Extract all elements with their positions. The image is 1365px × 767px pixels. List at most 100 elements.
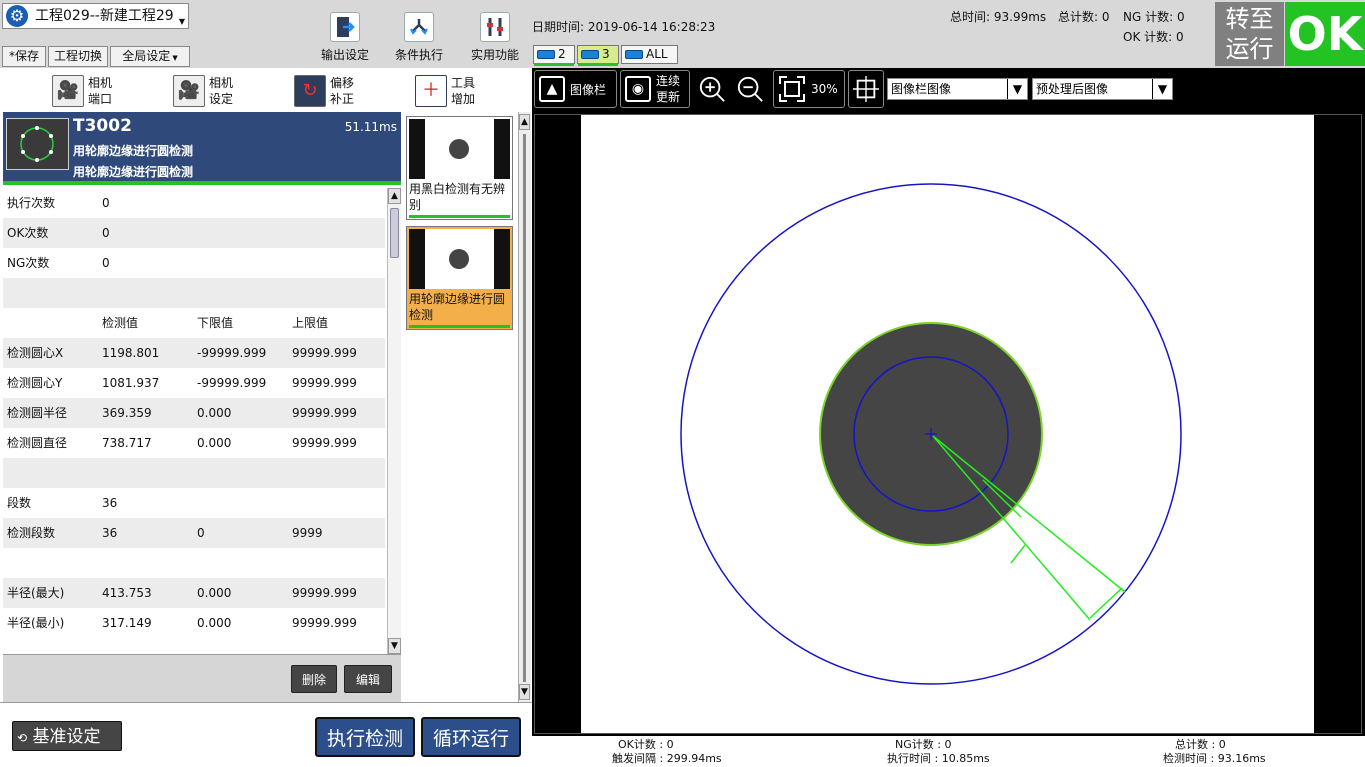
fit-zoom-button[interactable]: 30% (773, 70, 845, 108)
offset-correction-button[interactable]: ↻ 偏移 补正 (294, 72, 354, 110)
zoom-out-icon (737, 76, 763, 102)
scroll-down-icon[interactable]: ▼ (519, 684, 530, 700)
table-cell: 99999.999 (292, 616, 357, 630)
table-row[interactable]: 段数 36 (3, 488, 385, 518)
table-cell: 1081.937 (102, 376, 160, 390)
table-cell: 99999.999 (292, 436, 357, 450)
table-row[interactable] (3, 278, 385, 308)
tool-header[interactable]: T3002 51.11ms 用轮廓边缘进行圆检测 用轮廓边缘进行圆检测 (3, 112, 401, 185)
zoom-in-button[interactable] (694, 70, 730, 108)
gear-icon[interactable]: ⚙ (6, 5, 28, 27)
roi-button[interactable] (848, 70, 884, 108)
image-bar-button[interactable]: ▲ 图像栏 (534, 70, 617, 108)
zoom-level: 30% (811, 82, 838, 96)
condition-exec-button[interactable]: 条件执行 (384, 8, 454, 64)
table-cell: -99999.999 (197, 376, 267, 390)
processing-select[interactable]: 预处理后图像 ▼ (1032, 78, 1173, 100)
scroll-down-icon[interactable]: ▼ (388, 638, 401, 654)
table-cell: 1198.801 (102, 346, 160, 360)
table-row[interactable]: 检测圆心X 1198.801 -99999.999 99999.999 (3, 338, 385, 368)
image-panel: ▲ 图像栏 ◉ 连续 更新 30% 图像栏图像 ▼ 预处理后图像 ▼ OK计数 … (532, 68, 1365, 767)
loop-run-button[interactable]: 循环运行 (421, 717, 521, 757)
switch-to-run-button[interactable]: 转至 运行 (1215, 2, 1284, 66)
flow-status-bar (409, 215, 510, 218)
continuous-label2: 更新 (656, 90, 681, 104)
table-row[interactable]: 检测圆心Y 1081.937 -99999.999 99999.999 (3, 368, 385, 398)
table-row[interactable]: 执行次数 0 (3, 188, 385, 218)
flow-item-selected[interactable]: 用轮廓边缘进行圆检测 (406, 226, 513, 330)
continuous-update-button[interactable]: ◉ 连续 更新 (620, 70, 690, 108)
top-bar: 工程029--新建工程29 ▼ ⚙ *保存 工程切换 全局设定 ▼ 输出设定 条… (0, 0, 1365, 68)
camera-settings-button[interactable]: 🎥 相机 设定 (173, 72, 233, 110)
camera-port-button[interactable]: 🎥 相机 端口 (52, 72, 112, 110)
ok-count: OK 计数: 0 (1123, 30, 1184, 44)
camera-tab-3[interactable]: 3 (577, 45, 619, 66)
scroll-up-icon[interactable]: ▲ (519, 114, 530, 130)
scroll-thumb[interactable] (390, 208, 399, 258)
tool-description: 用轮廓边缘进行圆检测 (73, 165, 194, 179)
flow-list: 用黑白检测有无辨别 用轮廓边缘进行圆检测 (404, 112, 516, 702)
camera-tab-all[interactable]: ALL (621, 45, 678, 64)
table-row[interactable]: 半径(最大) 413.753 0.000 99999.999 (3, 578, 385, 608)
flow-thumbnail (409, 119, 510, 179)
table-cell: 99999.999 (292, 406, 357, 420)
table-row[interactable]: 检测圆直径 738.717 0.000 99999.999 (3, 428, 385, 458)
datetime: 日期时间: 2019-06-14 16:28:23 (532, 20, 716, 34)
result-table: 执行次数 0 OK次数 0 NG次数 0 检测值 下限值 上限值 检测圆心X 1198.801 -99… (3, 188, 385, 658)
table-row[interactable]: NG次数 0 (3, 248, 385, 278)
table-cell: 检测圆心Y (7, 376, 63, 390)
camera-icon: ◉ (625, 76, 651, 102)
table-cell: 99999.999 (292, 586, 357, 600)
fit-screen-icon (779, 76, 805, 102)
table-row[interactable]: 检测段数 36 0 9999 (3, 518, 385, 548)
flow-scrollbar[interactable]: ▲ ▼ (518, 112, 531, 702)
utility-label: 实用功能 (470, 48, 519, 62)
flow-item[interactable]: 用黑白检测有无辨别 (406, 116, 513, 220)
save-button[interactable]: *保存 (2, 46, 46, 67)
flow-item-label: 用黑白检测有无辨别 (409, 182, 506, 212)
scroll-up-icon[interactable]: ▲ (388, 188, 401, 204)
baseline-settings-button[interactable]: ⟲ 基准设定 (12, 721, 122, 751)
table-cell: 738.717 (102, 436, 152, 450)
global-settings-button[interactable]: 全局设定 ▼ (110, 46, 190, 67)
table-row[interactable]: 半径(最小) 317.149 0.000 99999.999 (3, 608, 385, 638)
bottom-total-count: 总计数 : 0 (1175, 738, 1226, 751)
camera-port-icon: 🎥 (52, 75, 84, 107)
camera-icon (581, 50, 599, 59)
camera-settings-icon: 🎥 (173, 75, 205, 107)
table-cell: 检测圆半径 (7, 406, 68, 420)
table-scrollbar[interactable]: ▲ ▼ (387, 188, 401, 654)
tool-add-button[interactable]: ＋ 工具 增加 (415, 72, 475, 110)
tool-add-icon: ＋ (415, 75, 447, 107)
camera-tab-2[interactable]: 2 (533, 45, 575, 66)
table-row[interactable] (3, 458, 385, 488)
project-name: 工程029--新建工程29 (35, 8, 174, 24)
table-cell: 0 (102, 226, 110, 240)
delete-button[interactable]: 删除 (291, 665, 337, 693)
left-footer: ⟲ 基准设定 执行检测 循环运行 (0, 702, 532, 767)
tool-thumbnail (6, 118, 69, 170)
execution-time: 执行时间 : 10.85ms (887, 752, 990, 765)
project-selector[interactable]: 工程029--新建工程29 ▼ (2, 3, 189, 29)
table-cell: 检测值 (102, 316, 139, 330)
bottom-ok-count: OK计数 : 0 (618, 738, 674, 751)
utility-button[interactable]: 实用功能 (460, 8, 530, 64)
table-row[interactable]: OK次数 0 (3, 218, 385, 248)
table-cell: 0.000 (197, 406, 232, 420)
table-cell: 检测圆直径 (7, 436, 68, 450)
table-cell: 执行次数 (7, 196, 56, 210)
tool-id: T3002 (73, 116, 132, 136)
table-row[interactable]: 检测圆半径 369.359 0.000 99999.999 (3, 398, 385, 428)
table-row[interactable]: 检测值 下限值 上限值 (3, 308, 385, 338)
project-switch-button[interactable]: 工程切换 (48, 46, 108, 67)
image-canvas[interactable] (534, 114, 1362, 734)
image-source-select[interactable]: 图像栏图像 ▼ (887, 78, 1028, 100)
execute-detection-button[interactable]: 执行检测 (315, 717, 415, 757)
edit-button[interactable]: 编辑 (344, 665, 392, 693)
zoom-out-button[interactable] (732, 70, 768, 108)
table-cell: 369.359 (102, 406, 152, 420)
table-actions: 删除 编辑 (3, 654, 401, 702)
output-settings-button[interactable]: 输出设定 (310, 8, 380, 64)
table-row[interactable] (3, 548, 385, 578)
run-mode-line2: 运行 (1225, 35, 1274, 63)
